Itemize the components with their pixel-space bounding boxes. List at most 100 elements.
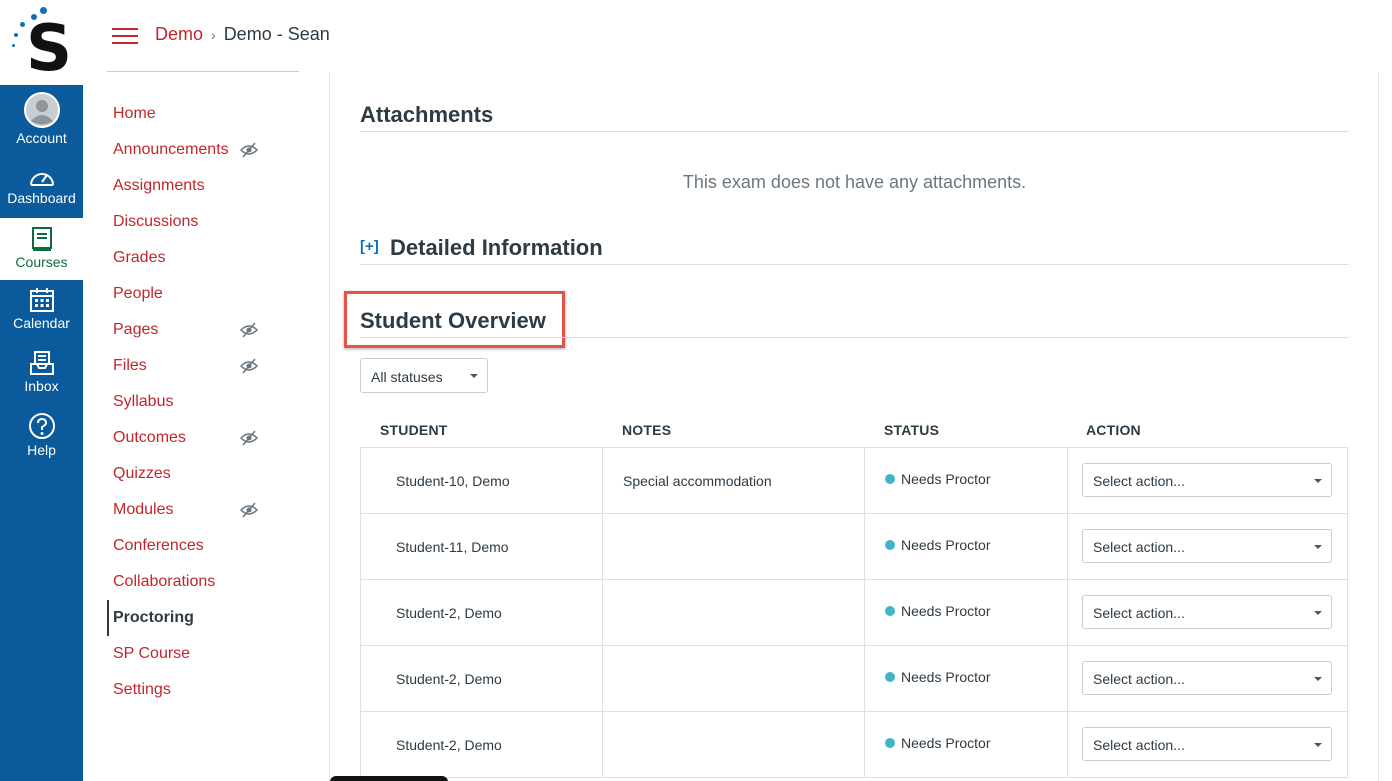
course-nav-sp-course[interactable]: SP Course (107, 636, 307, 672)
global-nav-dashboard-label: Dashboard (7, 190, 76, 206)
global-nav-inbox-label: Inbox (24, 378, 59, 394)
course-nav-label: Syllabus (113, 393, 174, 410)
course-nav-home[interactable]: Home (107, 96, 307, 132)
course-nav-assignments[interactable]: Assignments (107, 168, 307, 204)
hidden-eye-icon (240, 142, 258, 158)
highlight-annotation-box (344, 291, 565, 348)
student-name[interactable]: Student-2, Demo (396, 605, 502, 621)
notes-cell (603, 580, 865, 645)
hamburger-line (112, 28, 138, 30)
course-nav: Home Announcements Assignments Discussio… (107, 96, 307, 708)
course-nav-pages[interactable]: Pages (107, 312, 307, 348)
status-dot-icon (885, 474, 895, 484)
detailed-info-heading[interactable]: Detailed Information (390, 235, 603, 261)
student-cell: Student-11, Demo (361, 514, 603, 579)
course-nav-proctoring[interactable]: Proctoring (107, 600, 307, 636)
student-cell: Student-10, Demo (361, 448, 603, 513)
course-nav-label: Quizzes (113, 465, 171, 482)
course-nav-people[interactable]: People (107, 276, 307, 312)
action-cell: Select action... (1068, 514, 1348, 579)
student-name[interactable]: Student-2, Demo (396, 737, 502, 753)
status-filter-select[interactable]: All statuses (360, 358, 488, 393)
student-cell: Student-2, Demo (361, 580, 603, 645)
global-nav: S Account Dashboard Courses Calendar Inb… (0, 0, 83, 781)
course-nav-label: Home (113, 105, 156, 122)
status-dot-icon (885, 672, 895, 682)
action-select[interactable]: Select action... (1082, 661, 1332, 695)
notes-cell: Special accommodation (603, 448, 865, 513)
breadcrumb-course-link[interactable]: Demo (155, 24, 203, 44)
action-cell: Select action... (1068, 580, 1348, 645)
dashboard-gauge-icon (29, 173, 54, 186)
course-nav-collaborations[interactable]: Collaborations (107, 564, 307, 600)
logo-letter-s: S (25, 12, 73, 86)
course-nav-outcomes[interactable]: Outcomes (107, 420, 307, 456)
table-row: Student-11, Demo Needs Proctor Select ac… (361, 514, 1347, 580)
course-nav-quizzes[interactable]: Quizzes (107, 456, 307, 492)
breadcrumb-separator: › (211, 27, 216, 43)
course-nav-conferences[interactable]: Conferences (107, 528, 307, 564)
status-cell: Needs Proctor (865, 712, 1068, 777)
table-row: Student-10, Demo Special accommodation N… (361, 448, 1347, 514)
breadcrumb: Demo › Demo - Sean (155, 24, 330, 45)
section-divider (360, 131, 1349, 132)
status-label: Needs Proctor (901, 537, 991, 553)
action-cell: Select action... (1068, 712, 1348, 777)
detailed-info-expand-toggle[interactable]: [+] (360, 238, 379, 255)
chevron-down-icon (1314, 479, 1322, 483)
calendar-icon (29, 288, 54, 312)
status-label: Needs Proctor (901, 735, 991, 751)
action-select-value: Select action... (1093, 671, 1185, 687)
inbox-icon (29, 351, 54, 375)
status-label: Needs Proctor (901, 669, 991, 685)
global-nav-help-label: Help (27, 442, 56, 458)
course-nav-label: Modules (113, 501, 174, 518)
global-nav-dashboard[interactable]: Dashboard (0, 166, 83, 214)
course-nav-syllabus[interactable]: Syllabus (107, 384, 307, 420)
student-table: Student-10, Demo Special accommodation N… (360, 447, 1348, 778)
chevron-down-icon (1314, 677, 1322, 681)
course-nav-grades[interactable]: Grades (107, 240, 307, 276)
floating-widget-edge (330, 776, 448, 781)
action-select[interactable]: Select action... (1082, 529, 1332, 563)
content-divider (1378, 72, 1379, 781)
course-nav-announcements[interactable]: Announcements (107, 132, 307, 168)
action-select[interactable]: Select action... (1082, 727, 1332, 761)
status-cell: Needs Proctor (865, 448, 1068, 513)
status-dot-icon (885, 540, 895, 550)
global-nav-courses[interactable]: Courses (0, 218, 83, 280)
courses-book-icon (31, 227, 52, 251)
course-nav-files[interactable]: Files (107, 348, 307, 384)
status-dot-icon (885, 738, 895, 748)
student-name[interactable]: Student-2, Demo (396, 671, 502, 687)
course-nav-label: Conferences (113, 537, 204, 554)
course-nav-label: Assignments (113, 177, 205, 194)
chevron-down-icon (1314, 545, 1322, 549)
student-name[interactable]: Student-11, Demo (396, 539, 509, 555)
course-nav-label: Grades (113, 249, 166, 266)
school-logo[interactable]: S (0, 0, 83, 85)
attachments-heading: Attachments (360, 102, 494, 127)
global-nav-help[interactable]: Help (0, 412, 83, 462)
course-nav-discussions[interactable]: Discussions (107, 204, 307, 240)
global-nav-account[interactable]: Account (0, 92, 83, 152)
column-header-action: ACTION (1086, 422, 1141, 438)
status-label: Needs Proctor (901, 603, 991, 619)
table-row: Student-2, Demo Needs Proctor Select act… (361, 712, 1347, 778)
course-nav-modules[interactable]: Modules (107, 492, 307, 528)
attachments-empty-message: This exam does not have any attachments. (682, 172, 1027, 192)
help-question-icon (28, 413, 55, 439)
section-divider (360, 337, 1349, 338)
global-nav-calendar[interactable]: Calendar (0, 287, 83, 337)
status-label: Needs Proctor (901, 471, 991, 487)
course-menu-toggle[interactable] (112, 28, 138, 46)
action-select[interactable]: Select action... (1082, 595, 1332, 629)
student-name[interactable]: Student-10, Demo (396, 473, 510, 489)
chevron-down-icon (1314, 743, 1322, 747)
action-select[interactable]: Select action... (1082, 463, 1332, 497)
column-header-status: STATUS (884, 422, 940, 438)
global-nav-inbox[interactable]: Inbox (0, 350, 83, 400)
course-nav-label: Files (113, 357, 147, 374)
course-nav-settings[interactable]: Settings (107, 672, 307, 708)
course-nav-label: SP Course (113, 645, 191, 662)
